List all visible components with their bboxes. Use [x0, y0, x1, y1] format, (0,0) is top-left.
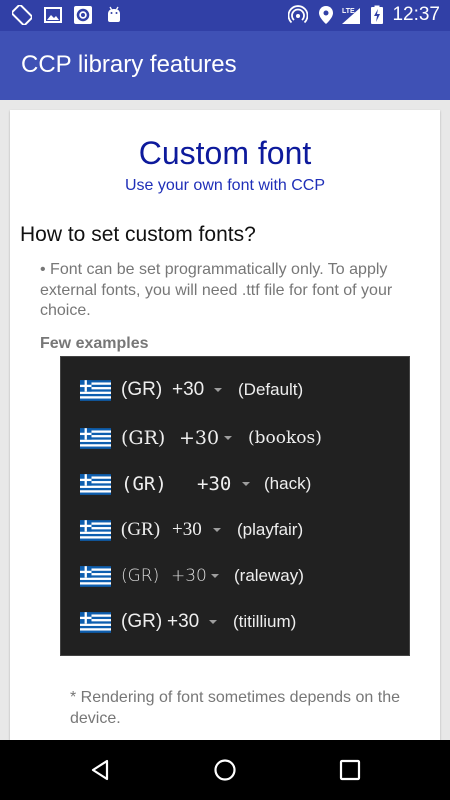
- status-bar: LTE 12:37: [0, 0, 450, 31]
- image-icon: [44, 7, 62, 23]
- battery-charging-icon: [371, 5, 383, 24]
- status-clock: 12:37: [392, 4, 440, 25]
- font-name: (titillium): [233, 612, 297, 631]
- phone-code: +30: [167, 611, 200, 632]
- home-icon[interactable]: [213, 758, 237, 782]
- example-row-bookos[interactable]: (GR) +30 (bookos): [61, 415, 411, 461]
- phone-code: +30: [171, 566, 207, 586]
- font-examples-panel: (GR) +30 (Default) (GR) +30 (bookos) (GR…: [60, 356, 410, 656]
- recents-icon[interactable]: [338, 758, 362, 782]
- svg-text:LTE: LTE: [342, 8, 355, 15]
- font-name: (playfair): [237, 520, 304, 539]
- dropdown-arrow-icon[interactable]: [242, 482, 250, 486]
- font-name: (bookos): [248, 428, 322, 448]
- greece-flag-icon: [80, 565, 111, 587]
- rendering-note: * Rendering of font sometimes depends on…: [70, 689, 400, 727]
- greece-flag-icon: [80, 519, 111, 541]
- greece-flag-icon: [80, 379, 111, 401]
- greece-flag-icon: [80, 611, 111, 633]
- app-bar-title: CCP library features: [21, 51, 237, 78]
- country-code: (GR): [121, 519, 161, 540]
- font-name: (hack): [264, 474, 312, 493]
- record-icon: [74, 6, 92, 24]
- country-code: (GR): [121, 379, 163, 400]
- back-icon[interactable]: [88, 758, 112, 782]
- greece-flag-icon: [80, 473, 111, 495]
- android-icon: [108, 6, 120, 22]
- country-code: (GR): [121, 427, 166, 449]
- country-code: (GR): [121, 473, 167, 495]
- font-name: (raleway): [234, 566, 304, 585]
- font-name: (Default): [238, 380, 304, 399]
- dropdown-arrow-icon[interactable]: [224, 436, 232, 440]
- example-row-hack[interactable]: (GR) +30 (hack): [61, 461, 411, 507]
- dropdown-arrow-icon[interactable]: [213, 528, 221, 532]
- dropdown-arrow-icon[interactable]: [214, 388, 222, 392]
- example-row-default[interactable]: (GR) +30 (Default): [61, 367, 411, 413]
- location-icon: [319, 6, 333, 24]
- custom-font-card: Custom font Use your own font with CCP H…: [10, 110, 440, 740]
- navigation-bar: [0, 740, 450, 800]
- phone-code: +30: [172, 519, 202, 540]
- country-code: (GR): [121, 566, 160, 586]
- app-bar: CCP library features: [0, 31, 450, 100]
- screen-rotation-icon: [12, 5, 32, 25]
- phone-code: +30: [179, 427, 220, 449]
- examples-label: Few examples: [40, 335, 149, 352]
- card-heading: Custom font: [138, 135, 312, 171]
- content-area[interactable]: Custom font Use your own font with CCP H…: [0, 100, 450, 740]
- card-subheading: Use your own font with CCP: [124, 177, 326, 194]
- signal-lte-icon: LTE: [342, 8, 360, 24]
- dropdown-arrow-icon[interactable]: [209, 620, 217, 624]
- phone-code: +30: [197, 473, 232, 495]
- country-code: (GR): [121, 611, 163, 632]
- example-row-playfair[interactable]: (GR) +30 (playfair): [61, 507, 411, 553]
- hotspot-icon: [288, 5, 308, 24]
- example-row-titillium[interactable]: (GR) +30 (titillium): [61, 599, 411, 645]
- description-text: • Font can be set programmatically only.…: [40, 261, 393, 319]
- phone-code: +30: [172, 379, 205, 400]
- greece-flag-icon: [80, 427, 111, 449]
- example-row-raleway[interactable]: (GR) +30 (raleway): [61, 553, 411, 599]
- section-title: How to set custom fonts?: [20, 223, 256, 246]
- dropdown-arrow-icon[interactable]: [211, 574, 219, 578]
